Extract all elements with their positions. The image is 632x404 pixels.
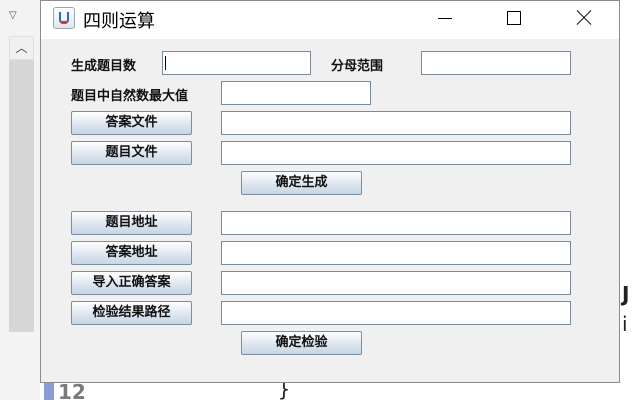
arithmetic-window: 四则运算 生成题目数 分母范围 题目中自然数最大值 答案文件 题目文件 确定生成… — [40, 0, 620, 383]
max-natural-input[interactable] — [221, 81, 371, 105]
max-natural-label: 题目中自然数最大值 — [71, 89, 189, 104]
line-marker — [44, 383, 54, 400]
java-cup-icon — [53, 7, 75, 29]
editor-right-area — [618, 0, 632, 400]
question-count-label: 生成题目数 — [71, 59, 137, 74]
exercise-path-input[interactable] — [221, 211, 571, 235]
question-count-input[interactable] — [162, 51, 311, 75]
result-path-button[interactable]: 检验结果路径 — [71, 301, 192, 325]
answer-path-button[interactable]: 答案地址 — [71, 241, 192, 265]
title-bar[interactable]: 四则运算 — [41, 1, 619, 39]
minimize-button[interactable] — [422, 1, 468, 35]
maximize-icon — [507, 11, 521, 25]
check-button[interactable]: 确定检验 — [241, 331, 362, 355]
close-button[interactable] — [561, 1, 607, 35]
generate-button[interactable]: 确定生成 — [241, 171, 362, 195]
answer-file-input[interactable] — [221, 111, 571, 135]
exercise-file-input[interactable] — [221, 141, 571, 165]
window-title: 四则运算 — [83, 11, 155, 32]
line-number: 12 — [58, 380, 86, 404]
denominator-range-input[interactable] — [421, 51, 571, 75]
code-fragment: J — [622, 282, 630, 306]
code-fragment: i — [622, 312, 628, 336]
text-caret — [165, 56, 166, 70]
triangle-down-icon[interactable]: ▽ — [9, 10, 29, 28]
close-icon — [576, 10, 592, 26]
minimize-icon — [438, 17, 452, 19]
import-answer-button[interactable]: 导入正确答案 — [71, 271, 192, 295]
result-path-input[interactable] — [221, 301, 571, 325]
answer-path-input[interactable] — [221, 241, 571, 265]
exercise-file-button[interactable]: 题目文件 — [71, 141, 192, 165]
chevron-up-icon[interactable]: ︿ — [9, 36, 34, 60]
exercise-path-button[interactable]: 题目地址 — [71, 211, 192, 235]
editor-scrollbar[interactable] — [9, 36, 34, 332]
maximize-button[interactable] — [491, 1, 537, 35]
answer-file-button[interactable]: 答案文件 — [71, 111, 192, 135]
import-answer-input[interactable] — [221, 271, 571, 295]
denominator-range-label: 分母范围 — [331, 59, 384, 74]
